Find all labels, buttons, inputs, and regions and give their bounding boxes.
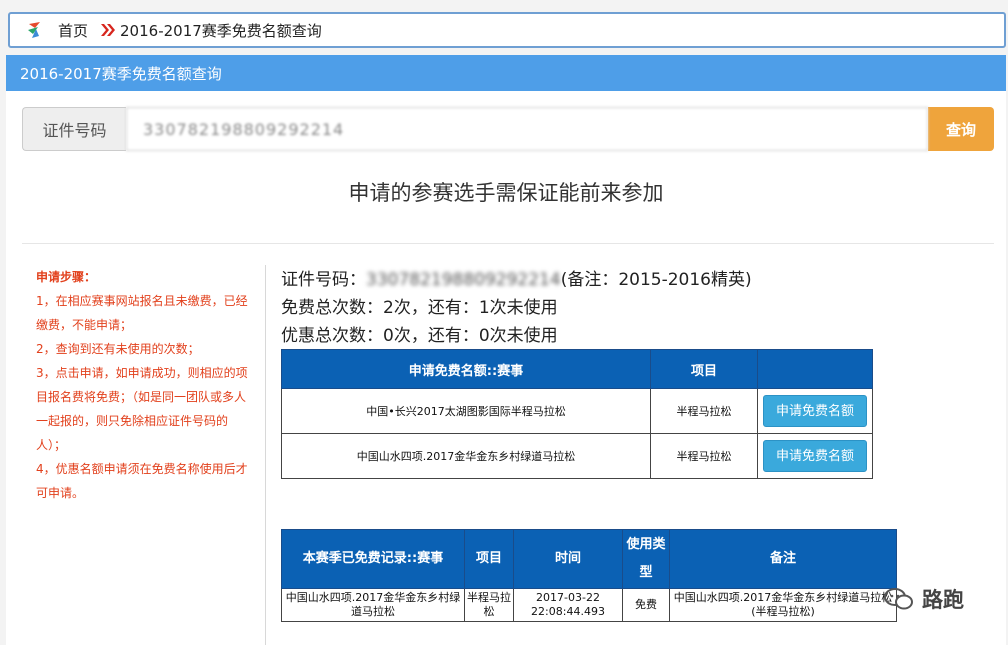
free-count-line: 免费总次数：2次，还有：1次未使用: [281, 298, 558, 318]
vertical-divider: [265, 265, 266, 645]
column-header-event: 本赛季已免费记录::赛事: [281, 529, 465, 589]
quota-info: 证件号码：330782198809292214(备注：2015-2016精英) …: [281, 266, 752, 350]
item-cell: 半程马拉松: [464, 588, 514, 622]
watermark-text: 路跑: [922, 588, 964, 612]
query-panel: 2016-2017赛季免费名额查询 证件号码 查询 申请的参赛选手需保证能前来参…: [6, 55, 1006, 645]
column-header-item: 项目: [464, 529, 514, 589]
column-header-type: 使用类型: [622, 529, 670, 589]
steps-title: 申请步骤：: [36, 270, 97, 284]
event-cell: 中国山水四项.2017金华金东乡村绿道马拉松: [281, 433, 651, 479]
notice-text: 申请的参赛选手需保证能前来参加: [348, 181, 664, 205]
time-cell: 2017-03-22 22:08:44.493: [513, 588, 623, 622]
step-item: 1，在相应赛事网站报名且未缴费，已经缴费，不能申请；: [36, 294, 248, 332]
wechat-icon: [884, 588, 913, 610]
table-header-row: 本赛季已免费记录::赛事 项目 时间 使用类型 备注: [281, 529, 897, 589]
action-cell: 申请免费名额: [757, 388, 873, 434]
apply-free-quota-button[interactable]: 申请免费名额: [762, 440, 867, 472]
watermark: 路跑: [884, 584, 964, 614]
column-header-event: 申请免费名额::赛事: [281, 349, 651, 389]
event-cell: 中国山水四项.2017金华金东乡村绿道马拉松: [281, 588, 465, 622]
id-line: 证件号码：330782198809292214(备注：2015-2016精英): [281, 266, 752, 294]
search-form: 证件号码 查询: [22, 107, 994, 151]
id-prefix: 证件号码：: [281, 270, 366, 290]
discount-count-line: 优惠总次数：0次，还有：0次未使用: [281, 326, 558, 346]
apply-free-quota-button[interactable]: 申请免费名额: [762, 395, 867, 427]
panel-title: 2016-2017赛季免费名额查询: [6, 55, 1006, 91]
table-row: 中国山水四项.2017金华金东乡村绿道马拉松 半程马拉松 2017-03-22 …: [281, 588, 897, 622]
table-header-row: 申请免费名额::赛事 项目: [281, 349, 873, 389]
breadcrumb: 首页 2016-2017赛季免费名额查询: [8, 12, 1006, 48]
event-cell: 中国•长兴2017太湖图影国际半程马拉松: [281, 388, 651, 434]
item-cell: 半程马拉松: [650, 433, 758, 479]
id-number-input[interactable]: [126, 107, 928, 151]
breadcrumb-home-link[interactable]: 首页: [58, 20, 88, 41]
free-record-table: 本赛季已免费记录::赛事 项目 时间 使用类型 备注 中国山水四项.2017金华…: [281, 529, 897, 622]
id-value: 330782198809292214: [366, 270, 561, 290]
table-row: 中国•长兴2017太湖图影国际半程马拉松 半程马拉松 申请免费名额: [281, 388, 873, 434]
column-header-item: 项目: [650, 349, 758, 389]
action-cell: 申请免费名额: [757, 433, 873, 479]
column-header-note: 备注: [669, 529, 897, 589]
divider: [22, 243, 994, 244]
runner-logo-icon: [28, 22, 40, 38]
step-item: 4，优惠名额申请须在免费名称使用后才可申请。: [36, 462, 248, 500]
item-cell: 半程马拉松: [650, 388, 758, 434]
type-cell: 免费: [622, 588, 670, 622]
query-button[interactable]: 查询: [928, 107, 994, 151]
id-note: (备注：2015-2016精英): [560, 270, 752, 290]
id-number-label: 证件号码: [22, 107, 126, 151]
table-row: 中国山水四项.2017金华金东乡村绿道马拉松 半程马拉松 申请免费名额: [281, 433, 873, 479]
application-steps: 申请步骤： 1，在相应赛事网站报名且未缴费，已经缴费，不能申请； 2，查询到还有…: [36, 265, 256, 505]
step-item: 3，点击申请，如申请成功，则相应的项目报名费将免费；（如是同一团队或多人一起报的…: [36, 366, 248, 452]
note-cell: 中国山水四项.2017金华金东乡村绿道马拉松(半程马拉松): [669, 588, 897, 622]
breadcrumb-current: 2016-2017赛季免费名额查询: [120, 21, 322, 40]
column-header-action: [757, 349, 873, 389]
double-chevron-right-icon: [101, 24, 116, 36]
apply-table: 申请免费名额::赛事 项目 中国•长兴2017太湖图影国际半程马拉松 半程马拉松…: [281, 349, 873, 479]
column-header-time: 时间: [513, 529, 623, 589]
step-item: 2，查询到还有未使用的次数；: [36, 342, 200, 356]
